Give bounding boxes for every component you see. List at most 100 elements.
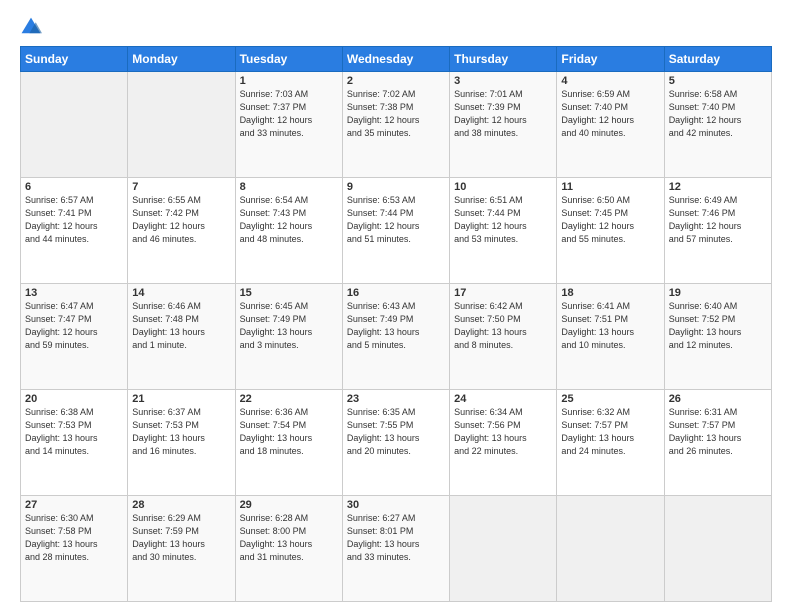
day-number: 18 bbox=[561, 287, 659, 299]
day-cell: 17Sunrise: 6:42 AM Sunset: 7:50 PM Dayli… bbox=[450, 284, 557, 390]
day-number: 25 bbox=[561, 393, 659, 405]
day-number: 16 bbox=[347, 287, 445, 299]
day-number: 22 bbox=[240, 393, 338, 405]
day-info: Sunrise: 6:42 AM Sunset: 7:50 PM Dayligh… bbox=[454, 300, 552, 352]
day-info: Sunrise: 7:03 AM Sunset: 7:37 PM Dayligh… bbox=[240, 88, 338, 140]
day-info: Sunrise: 6:37 AM Sunset: 7:53 PM Dayligh… bbox=[132, 406, 230, 458]
day-number: 30 bbox=[347, 499, 445, 511]
day-info: Sunrise: 6:30 AM Sunset: 7:58 PM Dayligh… bbox=[25, 512, 123, 564]
day-number: 13 bbox=[25, 287, 123, 299]
day-number: 5 bbox=[669, 75, 767, 87]
day-info: Sunrise: 6:31 AM Sunset: 7:57 PM Dayligh… bbox=[669, 406, 767, 458]
day-cell: 20Sunrise: 6:38 AM Sunset: 7:53 PM Dayli… bbox=[21, 390, 128, 496]
col-header-friday: Friday bbox=[557, 47, 664, 72]
day-cell: 29Sunrise: 6:28 AM Sunset: 8:00 PM Dayli… bbox=[235, 496, 342, 602]
page: SundayMondayTuesdayWednesdayThursdayFrid… bbox=[0, 0, 792, 612]
day-cell: 2Sunrise: 7:02 AM Sunset: 7:38 PM Daylig… bbox=[342, 72, 449, 178]
day-cell: 14Sunrise: 6:46 AM Sunset: 7:48 PM Dayli… bbox=[128, 284, 235, 390]
day-cell bbox=[557, 496, 664, 602]
day-cell bbox=[128, 72, 235, 178]
day-number: 14 bbox=[132, 287, 230, 299]
day-number: 17 bbox=[454, 287, 552, 299]
day-cell: 23Sunrise: 6:35 AM Sunset: 7:55 PM Dayli… bbox=[342, 390, 449, 496]
day-info: Sunrise: 6:47 AM Sunset: 7:47 PM Dayligh… bbox=[25, 300, 123, 352]
day-number: 24 bbox=[454, 393, 552, 405]
day-cell bbox=[450, 496, 557, 602]
day-number: 20 bbox=[25, 393, 123, 405]
day-cell: 24Sunrise: 6:34 AM Sunset: 7:56 PM Dayli… bbox=[450, 390, 557, 496]
col-header-monday: Monday bbox=[128, 47, 235, 72]
day-number: 23 bbox=[347, 393, 445, 405]
day-cell: 28Sunrise: 6:29 AM Sunset: 7:59 PM Dayli… bbox=[128, 496, 235, 602]
day-number: 4 bbox=[561, 75, 659, 87]
col-header-thursday: Thursday bbox=[450, 47, 557, 72]
day-info: Sunrise: 6:28 AM Sunset: 8:00 PM Dayligh… bbox=[240, 512, 338, 564]
day-number: 21 bbox=[132, 393, 230, 405]
day-number: 6 bbox=[25, 181, 123, 193]
day-cell bbox=[664, 496, 771, 602]
day-number: 26 bbox=[669, 393, 767, 405]
day-info: Sunrise: 6:50 AM Sunset: 7:45 PM Dayligh… bbox=[561, 194, 659, 246]
day-info: Sunrise: 6:40 AM Sunset: 7:52 PM Dayligh… bbox=[669, 300, 767, 352]
day-cell: 6Sunrise: 6:57 AM Sunset: 7:41 PM Daylig… bbox=[21, 178, 128, 284]
day-cell: 3Sunrise: 7:01 AM Sunset: 7:39 PM Daylig… bbox=[450, 72, 557, 178]
day-info: Sunrise: 6:49 AM Sunset: 7:46 PM Dayligh… bbox=[669, 194, 767, 246]
day-info: Sunrise: 6:51 AM Sunset: 7:44 PM Dayligh… bbox=[454, 194, 552, 246]
day-cell: 21Sunrise: 6:37 AM Sunset: 7:53 PM Dayli… bbox=[128, 390, 235, 496]
day-info: Sunrise: 6:58 AM Sunset: 7:40 PM Dayligh… bbox=[669, 88, 767, 140]
logo bbox=[20, 16, 46, 38]
day-number: 11 bbox=[561, 181, 659, 193]
day-info: Sunrise: 6:54 AM Sunset: 7:43 PM Dayligh… bbox=[240, 194, 338, 246]
day-info: Sunrise: 6:57 AM Sunset: 7:41 PM Dayligh… bbox=[25, 194, 123, 246]
logo-icon bbox=[20, 16, 42, 38]
day-cell: 7Sunrise: 6:55 AM Sunset: 7:42 PM Daylig… bbox=[128, 178, 235, 284]
col-header-tuesday: Tuesday bbox=[235, 47, 342, 72]
day-info: Sunrise: 6:32 AM Sunset: 7:57 PM Dayligh… bbox=[561, 406, 659, 458]
day-cell bbox=[21, 72, 128, 178]
day-cell: 22Sunrise: 6:36 AM Sunset: 7:54 PM Dayli… bbox=[235, 390, 342, 496]
day-cell: 9Sunrise: 6:53 AM Sunset: 7:44 PM Daylig… bbox=[342, 178, 449, 284]
day-info: Sunrise: 6:38 AM Sunset: 7:53 PM Dayligh… bbox=[25, 406, 123, 458]
day-number: 15 bbox=[240, 287, 338, 299]
week-row-1: 1Sunrise: 7:03 AM Sunset: 7:37 PM Daylig… bbox=[21, 72, 772, 178]
week-row-3: 13Sunrise: 6:47 AM Sunset: 7:47 PM Dayli… bbox=[21, 284, 772, 390]
col-header-sunday: Sunday bbox=[21, 47, 128, 72]
day-cell: 30Sunrise: 6:27 AM Sunset: 8:01 PM Dayli… bbox=[342, 496, 449, 602]
day-cell: 11Sunrise: 6:50 AM Sunset: 7:45 PM Dayli… bbox=[557, 178, 664, 284]
day-cell: 10Sunrise: 6:51 AM Sunset: 7:44 PM Dayli… bbox=[450, 178, 557, 284]
day-cell: 8Sunrise: 6:54 AM Sunset: 7:43 PM Daylig… bbox=[235, 178, 342, 284]
day-info: Sunrise: 6:27 AM Sunset: 8:01 PM Dayligh… bbox=[347, 512, 445, 564]
day-number: 29 bbox=[240, 499, 338, 511]
day-number: 2 bbox=[347, 75, 445, 87]
col-header-saturday: Saturday bbox=[664, 47, 771, 72]
week-row-5: 27Sunrise: 6:30 AM Sunset: 7:58 PM Dayli… bbox=[21, 496, 772, 602]
day-info: Sunrise: 6:35 AM Sunset: 7:55 PM Dayligh… bbox=[347, 406, 445, 458]
day-info: Sunrise: 6:43 AM Sunset: 7:49 PM Dayligh… bbox=[347, 300, 445, 352]
day-number: 27 bbox=[25, 499, 123, 511]
day-number: 9 bbox=[347, 181, 445, 193]
day-info: Sunrise: 7:02 AM Sunset: 7:38 PM Dayligh… bbox=[347, 88, 445, 140]
day-number: 19 bbox=[669, 287, 767, 299]
day-cell: 19Sunrise: 6:40 AM Sunset: 7:52 PM Dayli… bbox=[664, 284, 771, 390]
day-number: 3 bbox=[454, 75, 552, 87]
calendar-header-row: SundayMondayTuesdayWednesdayThursdayFrid… bbox=[21, 47, 772, 72]
week-row-2: 6Sunrise: 6:57 AM Sunset: 7:41 PM Daylig… bbox=[21, 178, 772, 284]
day-number: 8 bbox=[240, 181, 338, 193]
day-number: 7 bbox=[132, 181, 230, 193]
day-cell: 4Sunrise: 6:59 AM Sunset: 7:40 PM Daylig… bbox=[557, 72, 664, 178]
day-info: Sunrise: 7:01 AM Sunset: 7:39 PM Dayligh… bbox=[454, 88, 552, 140]
day-number: 10 bbox=[454, 181, 552, 193]
day-info: Sunrise: 6:46 AM Sunset: 7:48 PM Dayligh… bbox=[132, 300, 230, 352]
day-cell: 26Sunrise: 6:31 AM Sunset: 7:57 PM Dayli… bbox=[664, 390, 771, 496]
day-cell: 18Sunrise: 6:41 AM Sunset: 7:51 PM Dayli… bbox=[557, 284, 664, 390]
calendar-table: SundayMondayTuesdayWednesdayThursdayFrid… bbox=[20, 46, 772, 602]
day-info: Sunrise: 6:53 AM Sunset: 7:44 PM Dayligh… bbox=[347, 194, 445, 246]
day-cell: 25Sunrise: 6:32 AM Sunset: 7:57 PM Dayli… bbox=[557, 390, 664, 496]
day-cell: 12Sunrise: 6:49 AM Sunset: 7:46 PM Dayli… bbox=[664, 178, 771, 284]
col-header-wednesday: Wednesday bbox=[342, 47, 449, 72]
day-cell: 5Sunrise: 6:58 AM Sunset: 7:40 PM Daylig… bbox=[664, 72, 771, 178]
day-info: Sunrise: 6:59 AM Sunset: 7:40 PM Dayligh… bbox=[561, 88, 659, 140]
day-cell: 13Sunrise: 6:47 AM Sunset: 7:47 PM Dayli… bbox=[21, 284, 128, 390]
day-info: Sunrise: 6:45 AM Sunset: 7:49 PM Dayligh… bbox=[240, 300, 338, 352]
day-cell: 15Sunrise: 6:45 AM Sunset: 7:49 PM Dayli… bbox=[235, 284, 342, 390]
